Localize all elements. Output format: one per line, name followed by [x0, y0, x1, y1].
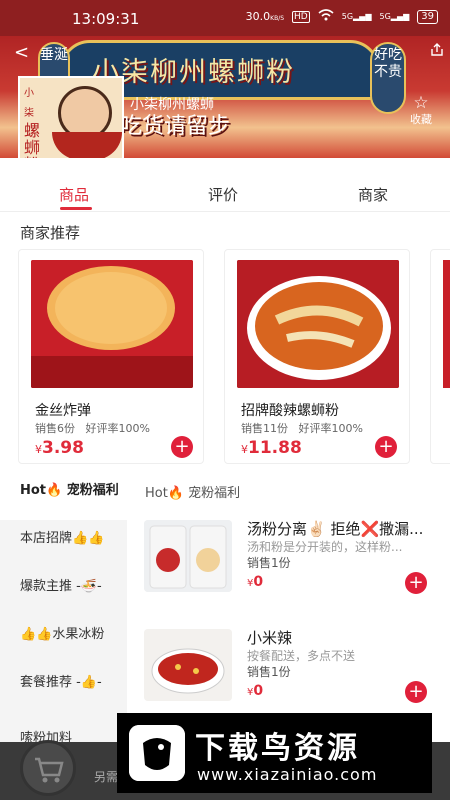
favorite-label: 收藏 [410, 113, 432, 126]
add-to-cart-button[interactable]: + [405, 572, 427, 594]
status-icons: 30.0KB/S HD 5G▂▄▆ 5G▂▄▆ 39 [246, 9, 438, 24]
signal-icon-1: 5G▂▄▆ [341, 12, 372, 21]
watermark: 下载鸟资源 www.xiazainiao.com [117, 713, 432, 793]
tab-reviews[interactable]: 评价 [208, 184, 238, 205]
banner-seal-right: 好吃不贵 [370, 42, 406, 114]
sidebar-item-combo[interactable]: 套餐推荐 -👍- [0, 674, 127, 692]
battery-icon: 39 [417, 9, 438, 24]
product-price: ¥0 [247, 574, 264, 590]
watermark-logo-icon [129, 725, 185, 781]
star-icon: ☆ [413, 93, 429, 113]
sidebar-item-signature[interactable]: 本店招牌👍👍 [0, 530, 127, 548]
logo-bowl [52, 132, 122, 158]
share-icon[interactable] [430, 42, 444, 61]
sidebar-item-jelly[interactable]: 👍👍水果冰粉 [0, 626, 127, 644]
store-name: 小柒柳州螺蛳 [130, 97, 214, 113]
back-icon[interactable]: < [14, 42, 29, 63]
product-name: 小米辣 [247, 629, 293, 647]
recommend-title: 商家推荐 [20, 224, 81, 242]
favorite-button[interactable]: ☆ 收藏 [410, 95, 432, 127]
watermark-text: 下载鸟资源 [195, 731, 360, 766]
product-image [31, 260, 193, 388]
product-price: ¥3.98 [35, 438, 84, 458]
product-price: ¥0 [247, 683, 264, 699]
product-name: 汤粉分离✌🏻 拒绝❌撒漏... [247, 520, 424, 538]
product-image [144, 629, 232, 701]
recommend-card[interactable]: 金丝炸弹 销售6份 好评率100% ¥3.98 + [18, 249, 204, 464]
product-image [443, 260, 450, 388]
net-speed: 30.0KB/S [245, 10, 285, 23]
product-sales: 销售1份 [247, 665, 291, 679]
hd-icon: HD [292, 10, 310, 23]
recommend-card-partial[interactable] [430, 249, 450, 464]
product-image [144, 520, 232, 592]
add-to-cart-button[interactable]: + [375, 436, 397, 458]
product-price: ¥11.88 [241, 438, 302, 458]
status-time: 13:09:31 [72, 10, 140, 28]
cart-button[interactable] [20, 740, 76, 796]
wifi-icon [318, 9, 334, 24]
status-bar: 13:09:31 30.0KB/S HD 5G▂▄▆ 5G▂▄▆ 39 [0, 0, 450, 36]
tab-bar: 商品 评价 商家 [0, 172, 450, 212]
add-to-cart-button[interactable]: + [405, 681, 427, 703]
signal-icon-2: 5G▂▄▆ [379, 12, 410, 21]
tab-products[interactable]: 商品 [59, 184, 89, 205]
add-to-cart-button[interactable]: + [171, 436, 193, 458]
product-row[interactable]: 汤粉分离✌🏻 拒绝❌撒漏... 汤和粉是分开装的，这样粉... 销售1份 ¥0 … [140, 516, 450, 626]
product-name: 招牌酸辣螺蛳粉 [241, 403, 339, 419]
product-sales: 销售1份 [247, 556, 291, 570]
sidebar-item-bestseller[interactable]: 爆款主推 -🍜- [0, 578, 127, 596]
product-desc: 汤和粉是分开装的，这样粉... [247, 540, 403, 554]
cart-icon [35, 757, 64, 783]
sidebar-item-hot[interactable]: Hot🔥 宠粉福利 [0, 474, 127, 520]
store-logo: 小柒螺蛳粉 [18, 76, 124, 160]
watermark-url: www.xiazainiao.com [197, 765, 378, 784]
product-meta: 销售6份 好评率100% [35, 422, 150, 435]
tab-indicator [60, 207, 92, 210]
tab-merchant[interactable]: 商家 [358, 184, 388, 205]
product-name: 金丝炸弹 [35, 403, 91, 419]
logo-text: 小柒螺蛳粉 [24, 88, 41, 158]
delivery-fee-hint: 另需 [94, 770, 119, 784]
product-meta: 销售11份 好评率100% [241, 422, 363, 435]
product-desc: 按餐配送，多点不送 [247, 649, 356, 663]
recommend-card[interactable]: 招牌酸辣螺蛳粉 销售11份 好评率100% ¥11.88 + [224, 249, 410, 464]
product-image [237, 260, 399, 388]
category-title: Hot🔥 宠粉福利 [145, 486, 241, 501]
